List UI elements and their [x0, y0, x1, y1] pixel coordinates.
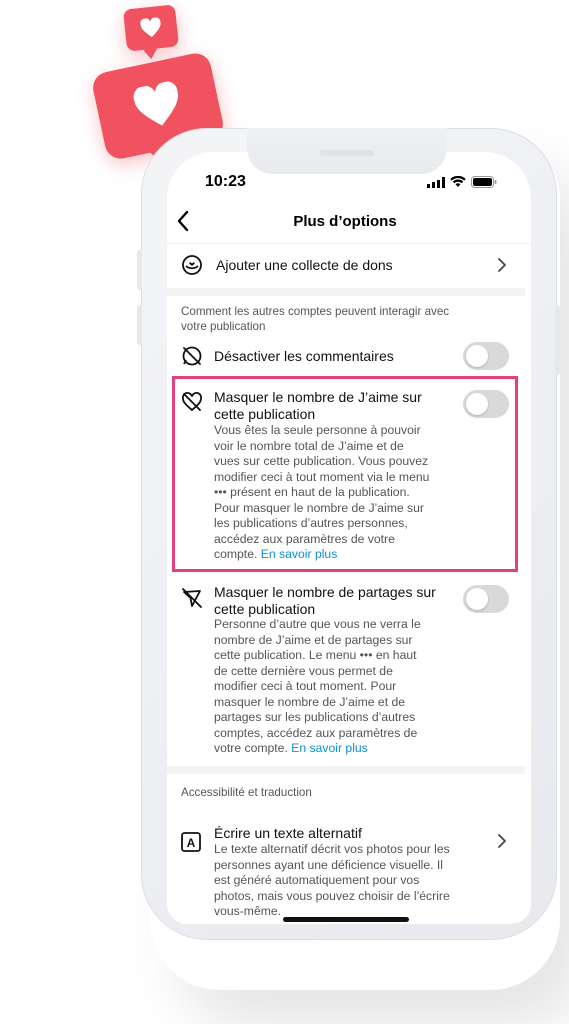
hide-likes-toggle[interactable]	[463, 390, 509, 418]
svg-text:A: A	[187, 836, 196, 850]
status-icons	[427, 176, 497, 188]
hide-shares-label: Masquer le nombre de partages sur	[214, 584, 436, 600]
heart-icon	[140, 17, 161, 38]
chevron-right-icon[interactable]	[497, 257, 507, 273]
hide-shares-label: cette publication	[214, 601, 316, 617]
learn-more-link[interactable]: En savoir plus	[261, 547, 338, 561]
wifi-icon	[450, 176, 466, 187]
like-notification-small	[122, 4, 180, 52]
section-title: Comment les autres comptes peuvent inter…	[181, 305, 450, 318]
alt-text-icon: A	[181, 832, 201, 852]
hide-likes-label: cette publication	[214, 406, 316, 422]
disable-comments-label: Désactiver les commentaires	[214, 348, 394, 364]
back-chevron-icon[interactable]	[176, 210, 190, 232]
disable-comments-toggle[interactable]	[463, 342, 509, 370]
section-divider	[167, 766, 525, 774]
battery-icon	[471, 176, 497, 188]
hide-shares-toggle[interactable]	[463, 585, 509, 613]
toggle-knob	[466, 588, 488, 610]
hide-shares-description: Personne d’autre que vous ne verra le no…	[214, 617, 421, 755]
alt-text-label: Écrire un texte alternatif	[214, 825, 362, 841]
toggle-knob	[466, 393, 488, 415]
power-button	[555, 305, 560, 375]
section-title: Accessibilité et traduction	[181, 786, 312, 799]
toggle-knob	[466, 345, 488, 367]
status-time: 10:23	[205, 173, 246, 190]
volume-button	[137, 250, 142, 290]
likes-hidden-icon	[182, 392, 202, 412]
heart-icon	[133, 81, 178, 126]
alt-text-description: Le texte alternatif décrit vos photos po…	[214, 842, 450, 918]
home-indicator[interactable]	[283, 917, 409, 922]
learn-more-link[interactable]: En savoir plus	[291, 741, 368, 755]
volume-button	[137, 305, 142, 345]
chevron-right-icon[interactable]	[497, 833, 507, 849]
speaker	[320, 150, 374, 156]
section-divider	[167, 288, 525, 296]
fundraiser-label: Ajouter une collecte de dons	[216, 257, 393, 273]
shares-hidden-icon	[182, 588, 202, 608]
comments-off-icon	[182, 346, 202, 366]
signal-icon	[427, 176, 445, 188]
hide-likes-label: Masquer le nombre de J’aime sur	[214, 389, 422, 405]
donation-icon	[182, 255, 202, 275]
section-title: votre publication	[181, 320, 266, 333]
hide-likes-description: Vous êtes la seule personne à pouvoir vo…	[214, 423, 430, 561]
page-title: Plus d’options	[293, 213, 397, 230]
